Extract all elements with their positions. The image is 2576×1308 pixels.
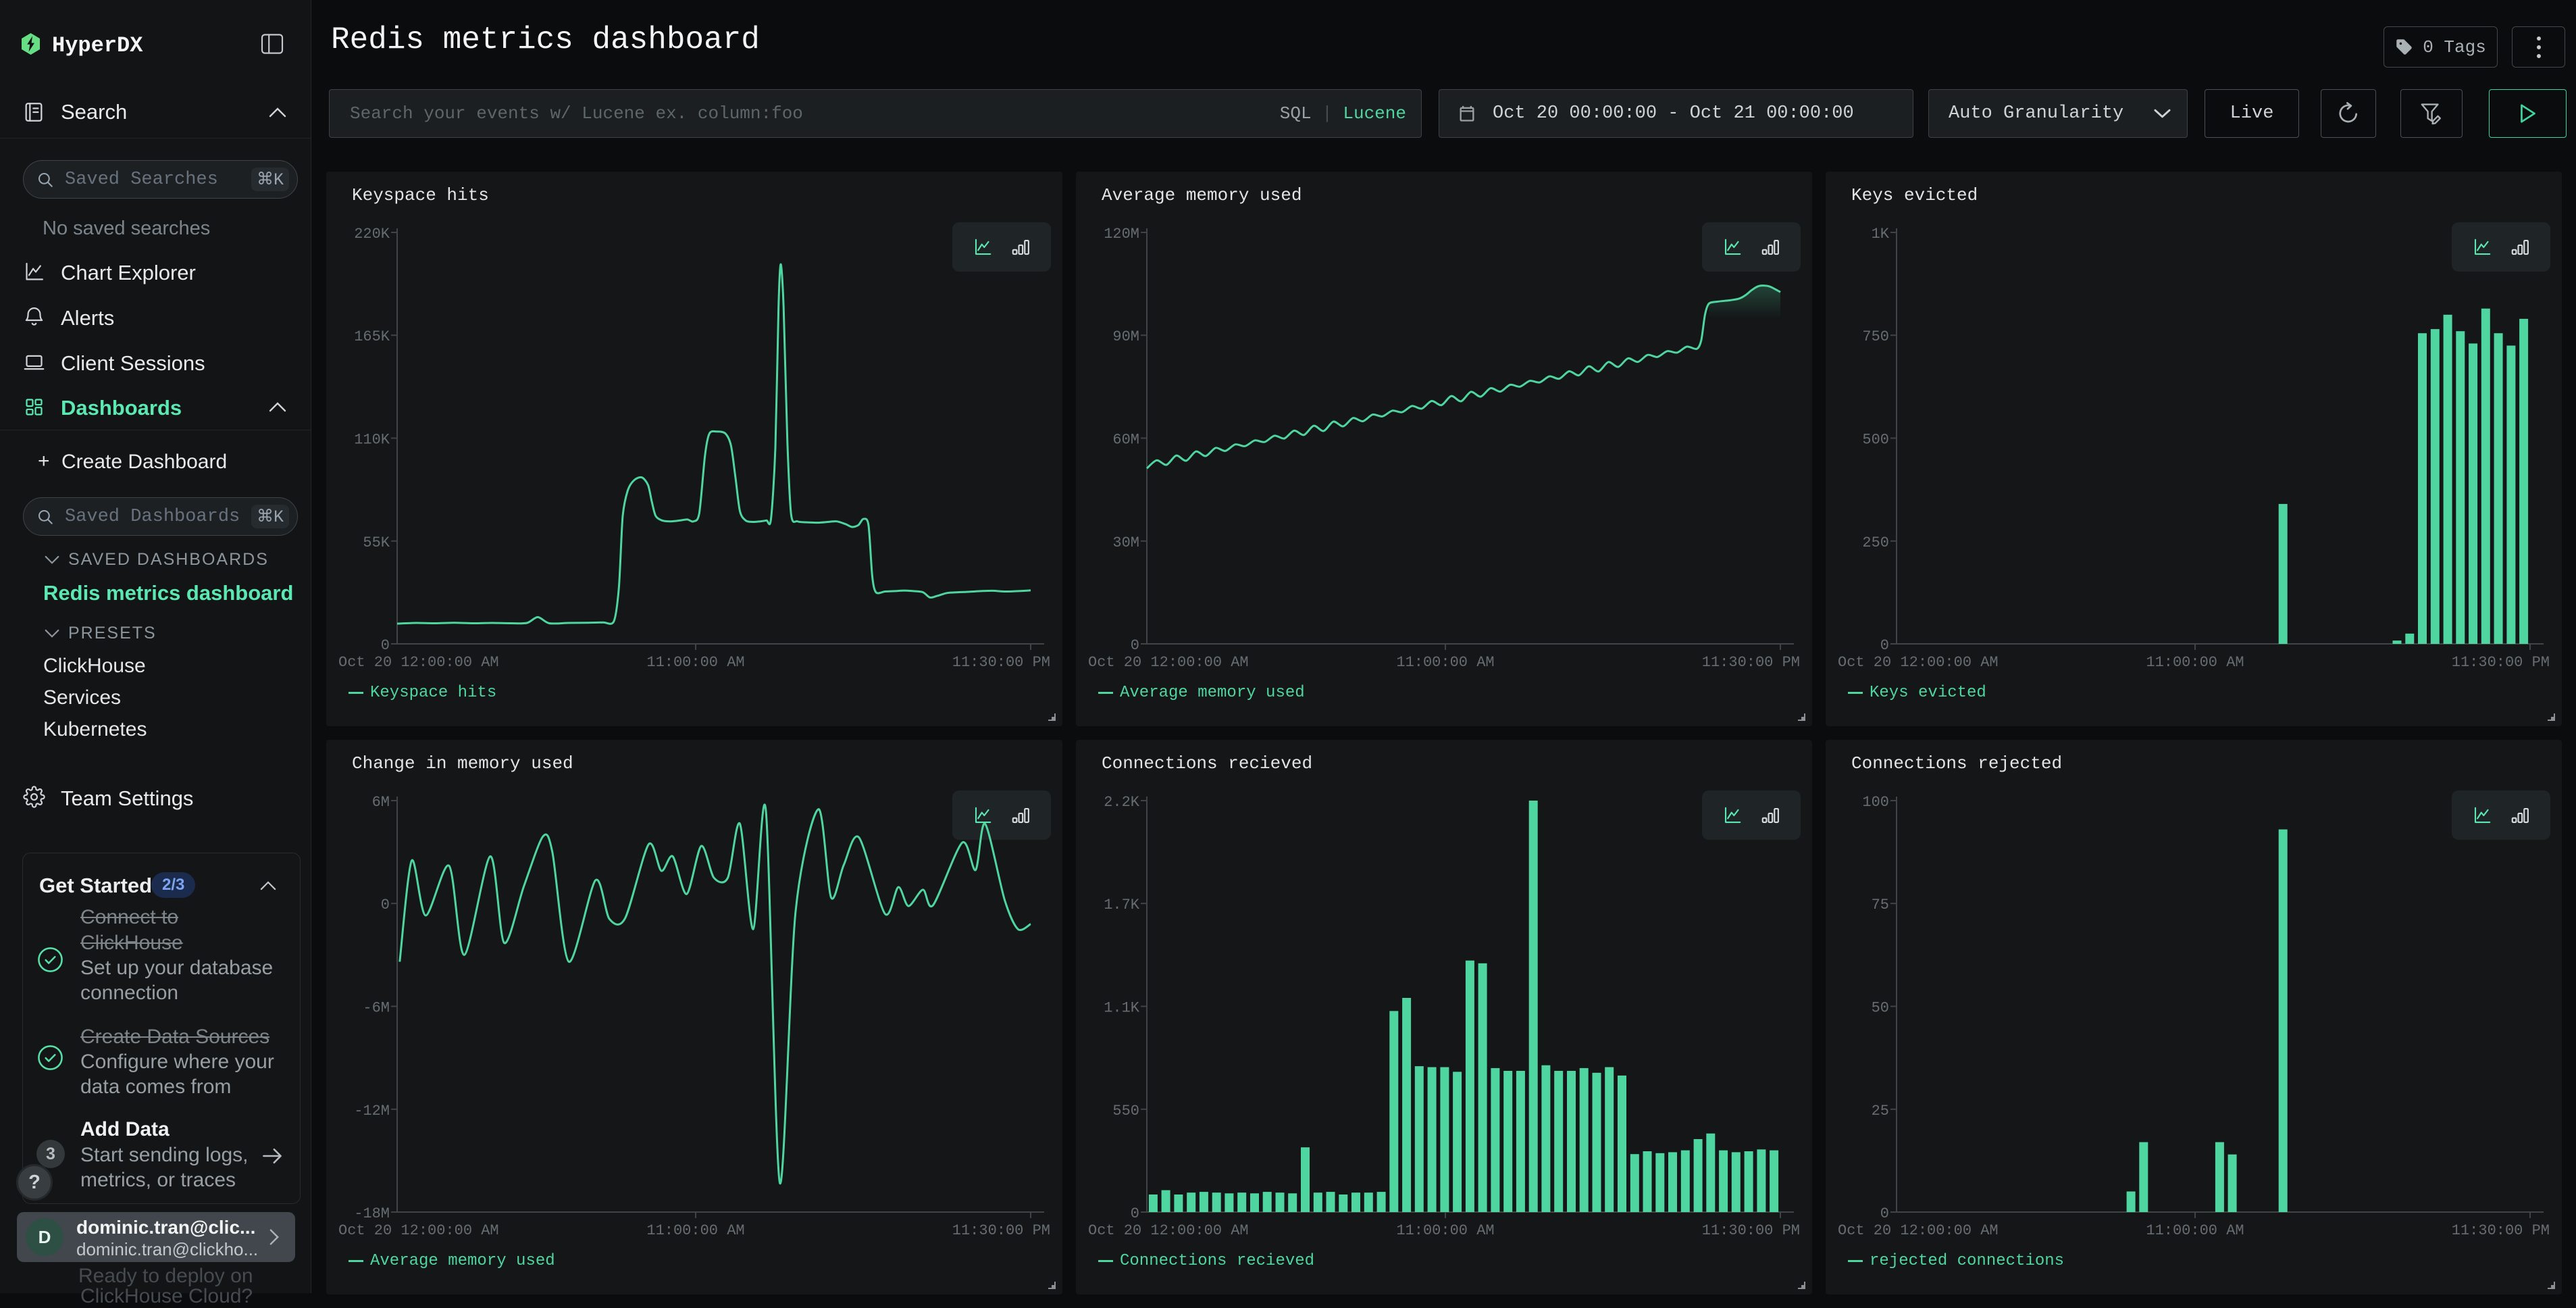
svg-text:110K: 110K — [354, 432, 390, 449]
svg-text:0: 0 — [1880, 1205, 1889, 1222]
svg-text:750: 750 — [1862, 328, 1889, 345]
svg-text:11:30:00 PM: 11:30:00 PM — [2452, 654, 2550, 671]
svg-text:75: 75 — [1872, 897, 1889, 913]
svg-text:11:00:00 AM: 11:00:00 AM — [646, 1222, 744, 1239]
svg-text:Oct 20 12:00:00 AM: Oct 20 12:00:00 AM — [1838, 654, 1999, 671]
svg-text:Oct 20 12:00:00 AM: Oct 20 12:00:00 AM — [338, 1222, 499, 1239]
svg-text:11:30:00 PM: 11:30:00 PM — [1702, 1222, 1800, 1239]
svg-text:11:00:00 AM: 11:00:00 AM — [2146, 654, 2244, 671]
svg-text:120M: 120M — [1104, 226, 1139, 243]
svg-text:0: 0 — [1880, 637, 1889, 654]
svg-text:11:30:00 PM: 11:30:00 PM — [952, 1222, 1050, 1239]
svg-text:1.1K: 1.1K — [1104, 1000, 1140, 1017]
svg-text:-18M: -18M — [354, 1205, 390, 1222]
svg-text:11:00:00 AM: 11:00:00 AM — [1396, 1222, 1494, 1239]
svg-text:0: 0 — [381, 897, 390, 913]
svg-text:0: 0 — [1131, 637, 1139, 654]
svg-text:60M: 60M — [1112, 432, 1139, 449]
svg-text:-6M: -6M — [363, 1000, 390, 1017]
svg-text:550: 550 — [1112, 1103, 1139, 1120]
svg-text:11:30:00 PM: 11:30:00 PM — [1702, 654, 1800, 671]
svg-text:25: 25 — [1872, 1103, 1889, 1120]
svg-text:Oct 20 12:00:00 AM: Oct 20 12:00:00 AM — [1088, 654, 1249, 671]
svg-text:11:00:00 AM: 11:00:00 AM — [646, 654, 744, 671]
svg-text:Oct 20 12:00:00 AM: Oct 20 12:00:00 AM — [1088, 1222, 1249, 1239]
svg-text:250: 250 — [1862, 534, 1889, 551]
svg-text:50: 50 — [1872, 1000, 1889, 1017]
svg-text:0: 0 — [1131, 1205, 1139, 1222]
svg-text:0: 0 — [381, 637, 390, 654]
svg-text:100: 100 — [1862, 794, 1889, 811]
svg-text:55K: 55K — [363, 534, 390, 551]
svg-text:11:30:00 PM: 11:30:00 PM — [2452, 1222, 2550, 1239]
svg-text:30M: 30M — [1112, 534, 1139, 551]
svg-text:90M: 90M — [1112, 328, 1139, 345]
svg-text:Oct 20 12:00:00 AM: Oct 20 12:00:00 AM — [1838, 1222, 1999, 1239]
svg-text:11:00:00 AM: 11:00:00 AM — [2146, 1222, 2244, 1239]
svg-text:220K: 220K — [354, 226, 390, 243]
svg-text:11:30:00 PM: 11:30:00 PM — [952, 654, 1050, 671]
svg-text:1.7K: 1.7K — [1104, 897, 1140, 913]
svg-text:2.2K: 2.2K — [1104, 794, 1140, 811]
svg-text:11:00:00 AM: 11:00:00 AM — [1396, 654, 1494, 671]
svg-text:-12M: -12M — [354, 1103, 390, 1120]
svg-text:1K: 1K — [1872, 226, 1890, 243]
svg-text:500: 500 — [1862, 432, 1889, 449]
svg-text:165K: 165K — [354, 328, 390, 345]
svg-text:6M: 6M — [372, 794, 390, 811]
svg-text:Oct 20 12:00:00 AM: Oct 20 12:00:00 AM — [338, 654, 499, 671]
